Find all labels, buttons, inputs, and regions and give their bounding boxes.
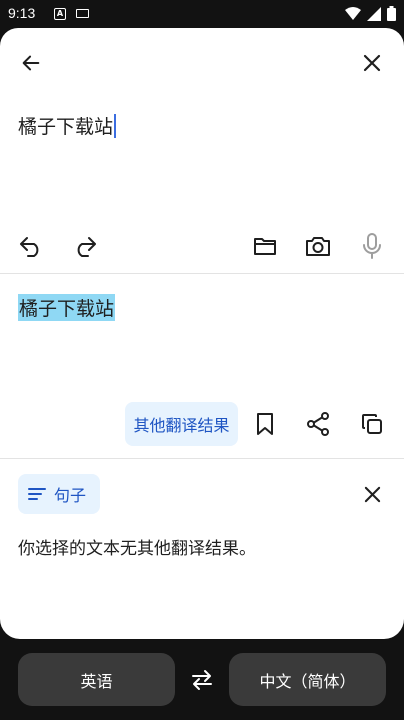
status-bar: 9:13 A <box>0 0 404 28</box>
signal-icon <box>367 6 381 21</box>
copy-button[interactable] <box>354 406 390 442</box>
status-time: 9:13 <box>8 5 36 21</box>
translation-sheet: 橘子下载站 橘子下载站 其他翻译结果 句子 你选择的文本无其他翻译结果。 <box>0 28 404 639</box>
source-text: 橘子下载站 <box>18 116 114 138</box>
lines-icon <box>28 488 46 500</box>
section-divider-2 <box>0 458 404 459</box>
no-results-message: 你选择的文本无其他翻译结果。 <box>18 539 256 559</box>
swap-icon <box>192 670 212 690</box>
undo-icon <box>20 237 39 257</box>
status-icons <box>345 6 396 21</box>
other-translations-button[interactable]: 其他翻译结果 <box>125 402 238 446</box>
source-text-input[interactable]: 橘子下载站 <box>18 112 117 139</box>
target-language-button[interactable]: 中文（简体） <box>229 653 386 706</box>
camera-icon <box>306 237 330 256</box>
redo-icon <box>77 237 96 257</box>
notification-a-icon: A <box>54 8 66 20</box>
wifi-icon <box>345 6 361 20</box>
open-file-button[interactable] <box>247 228 283 264</box>
folder-icon <box>254 238 276 255</box>
share-icon <box>307 412 329 436</box>
close-button[interactable] <box>354 45 390 81</box>
redo-button[interactable] <box>67 228 103 264</box>
sentence-chip-label: 句子 <box>54 486 87 505</box>
swap-languages-button[interactable] <box>184 662 220 698</box>
copy-icon <box>362 414 382 434</box>
translated-text[interactable]: 橘子下载站 <box>18 294 116 321</box>
back-arrow-icon <box>22 55 40 71</box>
source-language-button[interactable]: 英语 <box>18 653 175 706</box>
undo-button[interactable] <box>13 228 49 264</box>
bookmark-button[interactable] <box>247 406 283 442</box>
back-button[interactable] <box>13 45 49 81</box>
mic-icon <box>363 233 381 259</box>
sentence-chip[interactable]: 句子 <box>18 474 100 514</box>
camera-button[interactable] <box>300 228 336 264</box>
close-icon <box>364 486 380 502</box>
microphone-button[interactable] <box>354 228 390 264</box>
text-cursor <box>114 114 117 138</box>
close-panel-button[interactable] <box>354 476 390 512</box>
bookmark-icon <box>257 413 273 435</box>
battery-icon <box>387 6 396 21</box>
keyboard-icon <box>76 9 89 18</box>
section-divider <box>0 273 404 274</box>
close-icon <box>363 54 381 72</box>
share-button[interactable] <box>300 406 336 442</box>
